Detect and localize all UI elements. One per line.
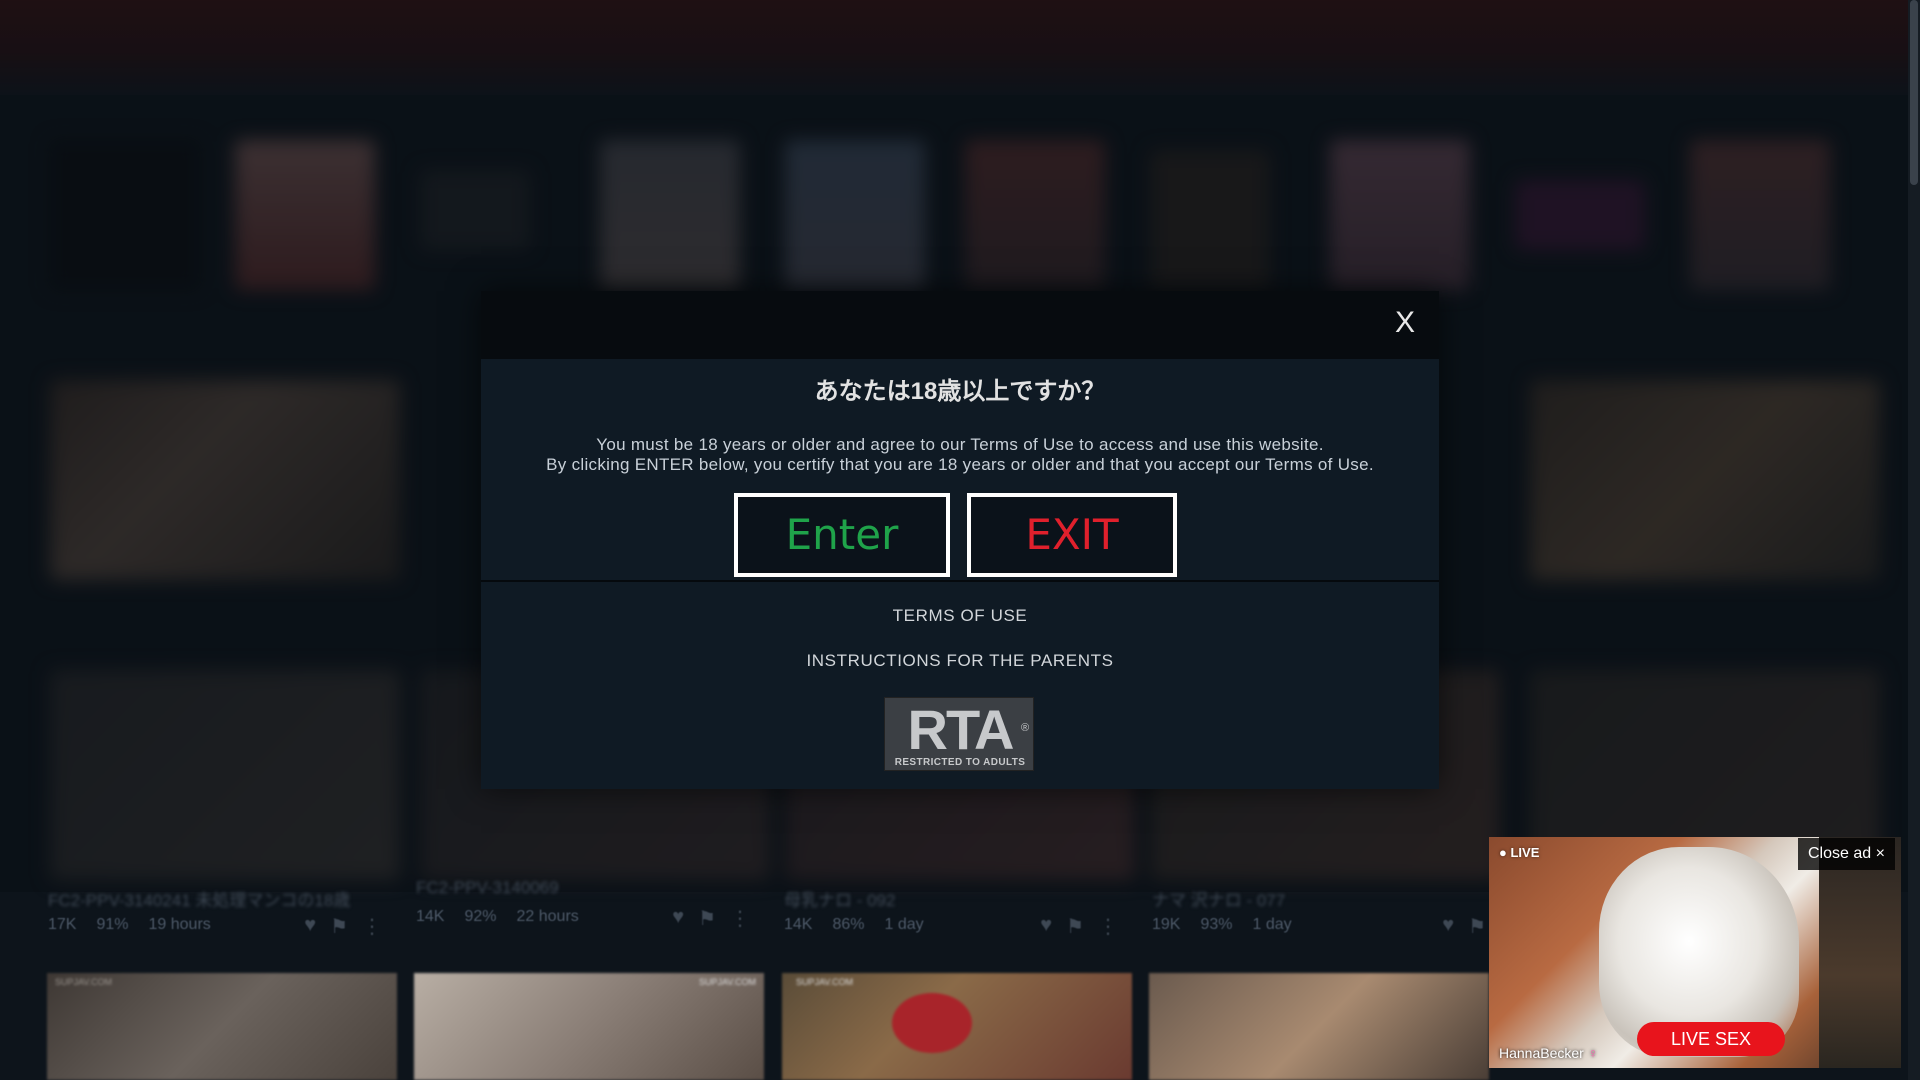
video-title[interactable]: FC2-PPV-3140241 未処理マンコの18歳 [48,886,350,911]
exit-button[interactable]: EXIT [967,493,1177,577]
video-title[interactable]: ナマ 沢ナロ - 077 [1152,886,1285,911]
heart-icon[interactable]: ♥ [672,906,684,931]
rta-subtitle: RESTRICTED TO ADULTS [894,757,1026,768]
modal-title: あなたは18歳以上ですか？ [814,378,1106,405]
ad-username: HannaBecker ♀ [1499,1045,1598,1061]
flag-icon[interactable]: ⚑ [330,914,348,939]
upload-age: 22 hours [516,908,579,925]
upload-age: 19 hours [148,916,211,933]
video-card[interactable]: FC2-PPV-3140241 未処理マンコの18歳 17K 91% 19 ho… [40,880,390,960]
live-sex-button[interactable]: LIVE SEX [1637,1022,1785,1056]
flag-icon[interactable]: ⚑ [1066,914,1084,939]
registered-mark: ® [1021,722,1030,734]
modal-disclaimer: You must be 18 years or older and agree … [481,435,1439,475]
more-icon[interactable]: ⋮ [362,914,382,939]
video-card[interactable]: FC2-PPV-3140069 14K 92% 22 hours ♥ ⚑ ⋮ [408,872,758,952]
more-icon[interactable]: ⋮ [1098,914,1118,939]
video-thumbnail[interactable]: SUPJAV.COM [47,973,397,1080]
female-icon: ♀ [1587,1045,1599,1061]
upload-age: 1 day [884,916,924,933]
view-count: 14K [416,908,445,925]
live-ad[interactable]: ● LIVE Close ad × LIVE SEX HannaBecker ♀ [1489,837,1901,1068]
video-thumbnail[interactable]: SUPJAV.COM [782,973,1132,1080]
view-count: 14K [784,916,813,933]
video-card[interactable]: ナマ 沢ナロ - 077 19K 93% 1 day ♥ ⚑ [1144,880,1494,960]
live-indicator: ● LIVE [1499,845,1540,860]
rta-logo-text: RTA [907,698,1015,761]
watermark: SUPJAV.COM [698,977,756,987]
video-meta-row: FC2-PPV-3140241 未処理マンコの18歳 17K 91% 19 ho… [0,878,1486,970]
modal-header [481,291,1439,359]
video-title[interactable]: FC2-PPV-3140069 [416,878,559,898]
enter-button[interactable]: Enter [734,493,950,577]
video-title[interactable]: 母乳ナロ - 092 [784,886,895,911]
rating: 91% [96,916,129,933]
flag-icon[interactable]: ⚑ [698,906,716,931]
close-ad-button[interactable]: Close ad × [1798,838,1895,870]
disclaimer-line: You must be 18 years or older and agree … [596,435,1324,454]
watermark: SUPJAV.COM [796,977,854,987]
heart-icon[interactable]: ♥ [1040,914,1052,939]
upload-age: 1 day [1252,916,1292,933]
video-card[interactable]: 母乳ナロ - 092 14K 86% 1 day ♥ ⚑ ⋮ [776,880,1126,960]
more-icon[interactable]: ⋮ [730,906,750,931]
rta-badge[interactable]: RTA ® RESTRICTED TO ADULTS [884,697,1034,771]
scrollbar[interactable] [1908,0,1920,1080]
heart-icon[interactable]: ♥ [1442,914,1454,939]
age-verification-modal: X あなたは18歳以上ですか？ You must be 18 years or … [481,291,1439,789]
view-count: 19K [1152,916,1181,933]
scrollbar-thumb[interactable] [1910,0,1918,185]
terms-of-use-link[interactable]: TERMS OF USE [481,606,1439,626]
watermark: SUPJAV.COM [55,977,113,987]
heart-icon[interactable]: ♥ [304,914,316,939]
video-thumbnail[interactable]: SUPJAV.COM [414,973,764,1080]
divider [481,580,1439,582]
flag-icon[interactable]: ⚑ [1468,914,1486,939]
rating: 86% [832,916,865,933]
username-text: HannaBecker [1499,1045,1584,1061]
rating: 93% [1200,916,1233,933]
disclaimer-line: By clicking ENTER below, you certify tha… [546,455,1374,474]
close-icon[interactable]: X [1387,303,1423,343]
video-thumbnail[interactable] [1149,973,1489,1080]
view-count: 17K [48,916,77,933]
rating: 92% [464,908,497,925]
parents-instructions-link[interactable]: INSTRUCTIONS FOR THE PARENTS [481,651,1439,671]
